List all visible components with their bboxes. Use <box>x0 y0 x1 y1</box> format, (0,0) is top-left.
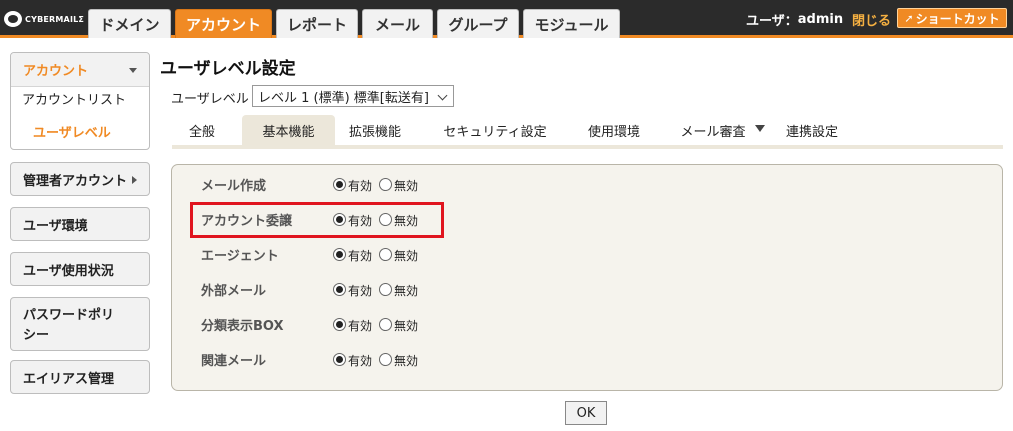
radio-disabled-text: 無効 <box>394 178 419 193</box>
subtab-security[interactable]: セキュリティ設定 <box>432 115 558 145</box>
tab-group[interactable]: グループ <box>437 9 519 38</box>
sidebar-group-header[interactable]: アカウント <box>11 53 149 87</box>
sidebar-item-alias-management[interactable]: エイリアス管理 <box>10 360 150 394</box>
subtab-integration[interactable]: 連携設定 <box>778 115 846 145</box>
sidebar-item-user-level[interactable]: ユーザレベル <box>33 119 111 143</box>
subtab-extended-functions[interactable]: 拡張機能 <box>340 115 410 145</box>
tab-account[interactable]: アカウント <box>175 9 272 38</box>
sidebar-item-label: ユーザ環境 <box>23 218 88 234</box>
setting-label-mail-compose: メール作成 <box>201 178 267 194</box>
subtab-underline <box>172 145 1003 149</box>
radio-category-box-enabled[interactable] <box>333 318 346 331</box>
sidebar-item-label: エイリアス管理 <box>23 371 115 387</box>
cybermail-logo-icon <box>4 11 22 27</box>
sidebar-item-label: 管理者アカウント <box>23 173 128 189</box>
radio-disabled-text: 無効 <box>394 283 419 298</box>
radio-agent-disabled[interactable] <box>379 248 392 261</box>
sidebar-item-user-environment[interactable]: ユーザ環境 <box>10 207 150 241</box>
radio-enabled-text: 有効 <box>348 248 373 263</box>
shortcut-label: ショートカット <box>915 11 1000 26</box>
radio-enabled-text: 有効 <box>348 353 373 368</box>
sidebar-item-user-usage[interactable]: ユーザ使用状況 <box>10 252 150 286</box>
subtab-general[interactable]: 全般 <box>177 115 227 145</box>
radio-related-mail-enabled[interactable] <box>333 353 346 366</box>
chevron-right-icon <box>132 176 137 184</box>
setting-label-related-mail: 関連メール <box>201 353 267 369</box>
highlight-box <box>190 202 444 238</box>
sidebar-group-title: アカウント <box>23 64 89 79</box>
setting-label-external-mail: 外部メール <box>201 283 267 299</box>
subtab-basic-functions[interactable]: 基本機能 <box>242 115 335 145</box>
tab-domain[interactable]: ドメイン <box>88 9 171 38</box>
radio-mail-compose-enabled[interactable] <box>333 178 346 191</box>
subtab-environment[interactable]: 使用環境 <box>580 115 648 145</box>
user-level-label: ユーザレベル <box>171 91 249 107</box>
setting-label-category-box: 分類表示BOX <box>201 318 284 334</box>
ok-button[interactable]: OK <box>565 401 607 425</box>
top-bar: CYBERMAILΣ ドメイン アカウント レポート メール グループ モジュー… <box>0 0 1013 38</box>
radio-external-mail-enabled[interactable] <box>333 283 346 296</box>
user-level-select[interactable]: レベル 1 (標準) 標準[転送有] <box>252 85 454 107</box>
radio-enabled-text: 有効 <box>348 318 373 333</box>
radio-enabled-text: 有効 <box>348 178 373 193</box>
user-prefix: ユーザ： <box>746 13 798 29</box>
sidebar-item-label: ユーザ使用状況 <box>23 263 114 279</box>
radio-disabled-text: 無効 <box>394 248 419 263</box>
radio-category-box-disabled[interactable] <box>379 318 392 331</box>
radio-related-mail-disabled[interactable] <box>379 353 392 366</box>
subtab-mail-review[interactable]: メール審査 <box>675 115 751 145</box>
sidebar-item-admin-account[interactable]: 管理者アカウント <box>10 162 150 196</box>
user-level-selected: レベル 1 (標準) 標準[転送有] <box>258 90 429 106</box>
chevron-down-icon <box>129 68 137 73</box>
tab-mail[interactable]: メール <box>362 9 433 38</box>
radio-disabled-text: 無効 <box>394 318 419 333</box>
tab-report[interactable]: レポート <box>276 9 358 38</box>
caret-down-icon[interactable] <box>755 125 765 132</box>
cybermail-logo[interactable]: CYBERMAILΣ <box>4 10 84 28</box>
page-title: ユーザレベル設定 <box>160 58 296 79</box>
radio-agent-enabled[interactable] <box>333 248 346 261</box>
tab-module[interactable]: モジュール <box>523 9 620 38</box>
setting-label-agent: エージェント <box>201 248 279 264</box>
close-link[interactable]: 閉じる <box>852 10 891 29</box>
radio-external-mail-disabled[interactable] <box>379 283 392 296</box>
sidebar-item-account-list[interactable]: アカウントリスト <box>22 86 126 110</box>
settings-panel <box>171 164 1003 391</box>
radio-enabled-text: 有効 <box>348 283 373 298</box>
radio-mail-compose-disabled[interactable] <box>379 178 392 191</box>
logo-text: CYBERMAILΣ <box>25 14 85 24</box>
user-info: ユーザ： admin <box>746 10 844 29</box>
sidebar-item-label: パスワードポリシー <box>23 308 115 343</box>
chevron-down-icon <box>437 90 448 101</box>
shortcut-button[interactable]: ➚ ショートカット <box>897 8 1007 28</box>
sidebar-item-password-policy[interactable]: パスワードポリシー <box>10 297 150 351</box>
radio-disabled-text: 無効 <box>394 353 419 368</box>
user-name: admin <box>797 11 844 27</box>
shortcut-arrow-icon: ➚ <box>904 11 914 25</box>
